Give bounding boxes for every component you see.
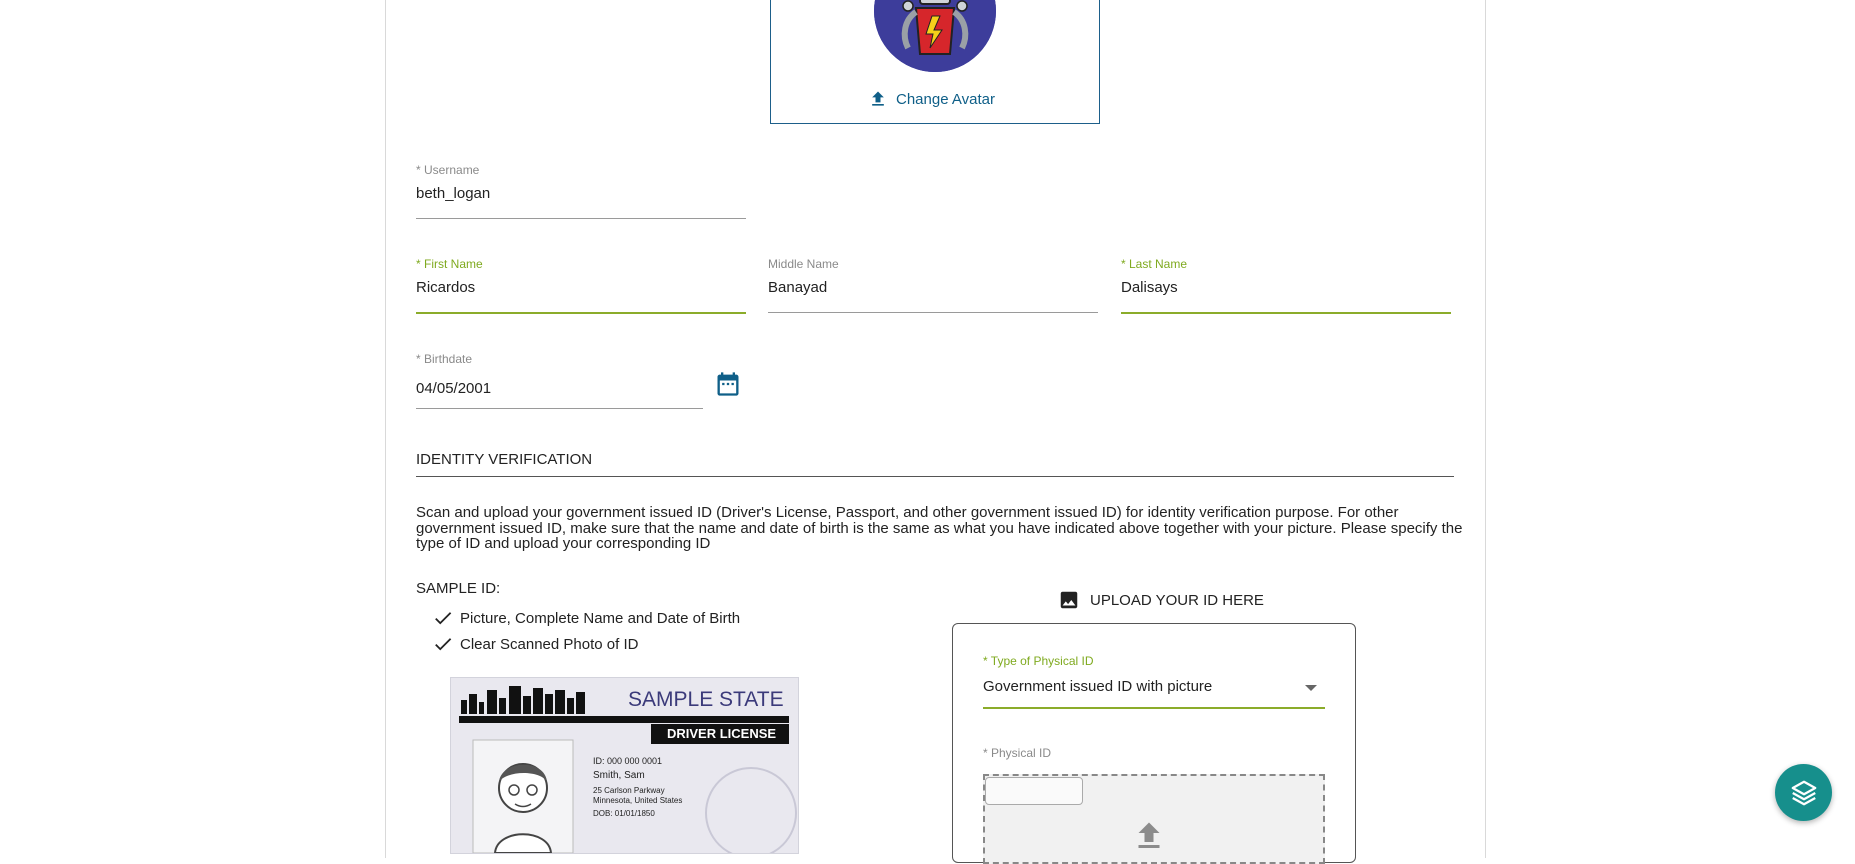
middle-name-value[interactable]: Banayad bbox=[768, 279, 827, 296]
username-label: * Username bbox=[416, 163, 480, 177]
change-avatar-label: Change Avatar bbox=[896, 90, 995, 108]
sample-card-id: ID: 000 000 0001 bbox=[593, 756, 663, 766]
physical-id-type-underline bbox=[983, 707, 1325, 709]
first-name-value[interactable]: Ricardos bbox=[416, 279, 475, 296]
middle-name-field[interactable]: Middle Name Banayad bbox=[768, 257, 1098, 313]
chevron-down-icon[interactable] bbox=[1305, 685, 1317, 691]
first-name-label: * First Name bbox=[416, 257, 483, 271]
upload-icon bbox=[1138, 822, 1160, 848]
checklist-item: Clear Scanned Photo of ID bbox=[432, 633, 638, 655]
check-icon bbox=[435, 612, 452, 625]
physical-id-label: * Physical ID bbox=[983, 746, 1052, 760]
last-name-field[interactable]: * Last Name Dalisays bbox=[1121, 257, 1451, 314]
sample-card-type: DRIVER LICENSE bbox=[667, 726, 777, 741]
first-name-underline bbox=[416, 312, 746, 314]
sample-card-state: SAMPLE STATE bbox=[628, 688, 784, 711]
physical-id-type-select[interactable]: * Type of Physical ID Government issued … bbox=[983, 654, 1325, 709]
upload-id-label: UPLOAD YOUR ID HERE bbox=[1090, 591, 1264, 609]
checklist-item: Picture, Complete Name and Date of Birth bbox=[432, 607, 740, 629]
physical-id-type-value[interactable]: Government issued ID with picture bbox=[983, 678, 1212, 695]
sample-card-address1: 25 Carlson Parkway bbox=[593, 786, 665, 795]
check-icon bbox=[435, 638, 452, 651]
middle-name-underline bbox=[768, 312, 1098, 313]
identity-verification-title: IDENTITY VERIFICATION bbox=[416, 451, 1454, 477]
birthdate-label: * Birthdate bbox=[416, 352, 473, 366]
upload-icon bbox=[872, 91, 884, 106]
birthdate-field[interactable]: * Birthdate 04/05/2001 bbox=[416, 352, 703, 409]
checklist-item-label: Picture, Complete Name and Date of Birth bbox=[460, 609, 741, 627]
username-value[interactable]: beth_logan bbox=[416, 185, 490, 202]
sample-card-name: Smith, Sam bbox=[593, 770, 645, 781]
change-avatar-button[interactable]: Change Avatar bbox=[868, 88, 995, 110]
last-name-underline bbox=[1121, 312, 1451, 314]
checklist-item-label: Clear Scanned Photo of ID bbox=[460, 635, 639, 653]
upload-id-title: UPLOAD YOUR ID HERE bbox=[1058, 589, 1264, 611]
sample-card-address2: Minnesota, United States bbox=[593, 796, 683, 805]
identity-description: Scan and upload your government issued I… bbox=[416, 504, 1463, 552]
floating-action-button[interactable] bbox=[1775, 764, 1832, 821]
last-name-label: * Last Name bbox=[1121, 257, 1188, 271]
last-name-value[interactable]: Dalisays bbox=[1121, 279, 1178, 296]
physical-id-type-label: * Type of Physical ID bbox=[983, 654, 1094, 668]
calendar-icon[interactable] bbox=[714, 370, 742, 398]
image-icon bbox=[1060, 591, 1078, 609]
sample-id-card-image: SAMPLE STATE DRIVER LICENSE ID: 000 000 … bbox=[450, 677, 799, 854]
birthdate-underline bbox=[416, 408, 703, 409]
username-underline bbox=[416, 218, 746, 219]
first-name-field[interactable]: * First Name Ricardos bbox=[416, 257, 746, 314]
username-field[interactable]: * Username beth_logan bbox=[416, 163, 746, 219]
middle-name-label: Middle Name bbox=[768, 257, 839, 271]
layers-icon bbox=[1791, 780, 1816, 805]
sample-card-dob: DOB: 01/01/1850 bbox=[593, 809, 655, 818]
birthdate-value[interactable]: 04/05/2001 bbox=[416, 380, 491, 397]
sample-id-title: SAMPLE ID: bbox=[416, 580, 501, 597]
choose-file-button[interactable] bbox=[985, 777, 1083, 805]
